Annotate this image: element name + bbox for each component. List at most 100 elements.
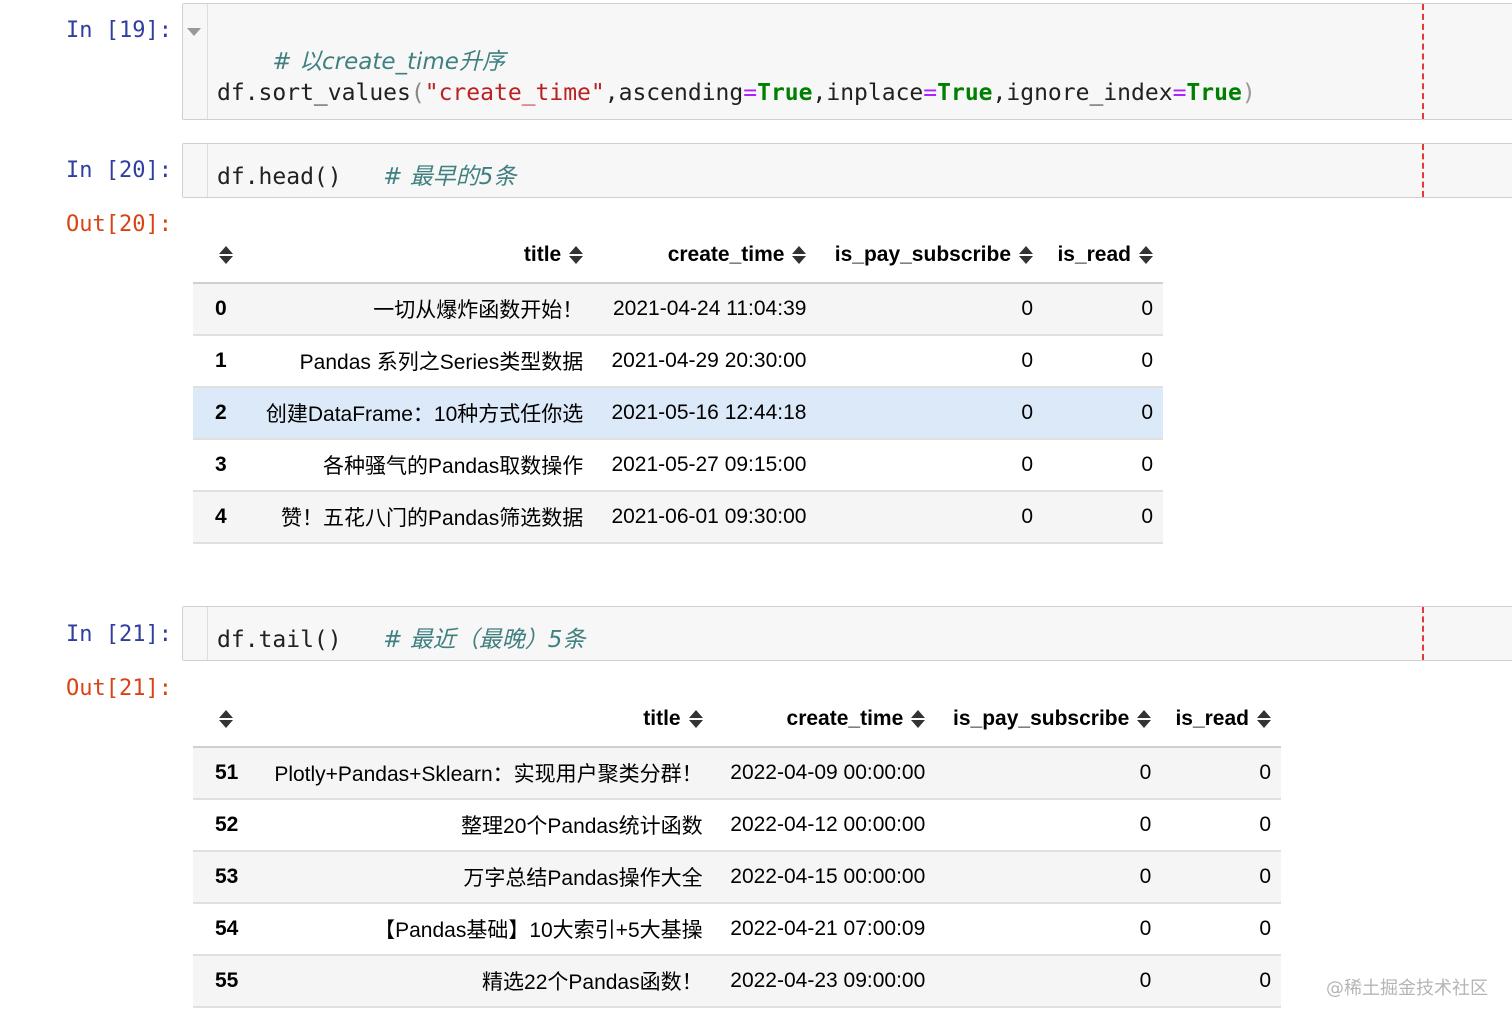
table-row[interactable]: 0 一切从爆炸函数开始！ 2021-04-24 11:04:39 0 0	[193, 283, 1163, 336]
output-prompt-21: Out[21]:	[66, 676, 172, 701]
code-string: "create_time"	[424, 80, 605, 106]
sort-icon[interactable]	[1257, 710, 1271, 729]
sort-icon[interactable]	[911, 710, 926, 729]
cell-create-time: 2021-04-24 11:04:39	[593, 283, 817, 336]
code-cell-19[interactable]: # 以create_time升序 df.sort_values("create_…	[182, 3, 1512, 120]
cell-title: Plotly+Pandas+Sklearn：实现用户聚类分群！	[248, 747, 713, 800]
table-row[interactable]: 52 整理20个Pandas统计函数 2022-04-12 00:00:00 0 0	[193, 799, 1281, 852]
column-header-title[interactable]: title	[248, 692, 713, 748]
input-prompt-21: In [21]:	[66, 622, 172, 647]
line-length-ruler	[1422, 144, 1424, 197]
table-header-row: title create_time is_pay_subscribe is_re…	[193, 692, 1281, 748]
row-index: 3	[193, 439, 243, 492]
table-row[interactable]: 55 精选22个Pandas函数！ 2022-04-23 09:00:00 0 0	[193, 955, 1281, 1008]
cell-is-read: 0	[1043, 387, 1163, 440]
table-row[interactable]: 1 Pandas 系列之Series类型数据 2021-04-29 20:30:00…	[193, 335, 1163, 388]
table-row[interactable]: 54 【Pandas基础】10大索引+5大基操 2022-04-21 07:00:0…	[193, 903, 1281, 956]
index-header[interactable]	[193, 692, 249, 748]
cell-title: 整理20个Pandas统计函数	[248, 799, 713, 852]
code-kwarg: inplace	[826, 80, 924, 106]
column-header-create-time[interactable]: create_time	[712, 692, 936, 748]
table-header-row: title create_time is_pay_subscribe is_re…	[193, 228, 1163, 284]
code-bool: True	[1186, 80, 1242, 106]
cell-is-pay-subscribe: 0	[935, 747, 1162, 800]
cell-is-read: 0	[1161, 851, 1281, 904]
dataframe-tail: title create_time is_pay_subscribe is_re…	[193, 692, 1281, 1008]
table-row[interactable]: 3 各种骚气的Pandas取数操作 2021-05-27 09:15:00 0 0	[193, 439, 1163, 492]
code-text: df.head()	[217, 164, 342, 190]
cell-gutter	[183, 607, 208, 660]
row-index: 2	[193, 387, 243, 440]
code-comment: # 以create_time升序	[272, 49, 505, 75]
cell-create-time: 2021-04-29 20:30:00	[593, 335, 817, 388]
column-header-title[interactable]: title	[243, 228, 594, 284]
cell-title: 各种骚气的Pandas取数操作	[243, 439, 594, 492]
cell-is-pay-subscribe: 0	[816, 491, 1044, 544]
output-prompt-20: Out[20]:	[66, 212, 172, 237]
sort-icon[interactable]	[1137, 710, 1152, 729]
cell-title: 一切从爆炸函数开始！	[243, 283, 594, 336]
row-index: 0	[193, 283, 243, 336]
code-comment: # 最近（最晚）5条	[383, 627, 586, 653]
cell-is-read: 0	[1161, 799, 1281, 852]
cell-is-pay-subscribe: 0	[816, 335, 1044, 388]
code-kwarg: ignore_index	[1006, 80, 1173, 106]
code-line-head: df.head() # 最早的5条	[217, 157, 516, 191]
table-row[interactable]: 51 Plotly+Pandas+Sklearn：实现用户聚类分群！ 2022-04…	[193, 747, 1281, 800]
cell-is-pay-subscribe: 0	[935, 851, 1162, 904]
cell-gutter	[183, 4, 208, 119]
cell-create-time: 2021-06-01 09:30:00	[593, 491, 817, 544]
cell-title: 【Pandas基础】10大索引+5大基操	[248, 903, 713, 956]
column-header-create-time[interactable]: create_time	[593, 228, 817, 284]
sort-icon[interactable]	[1139, 246, 1153, 265]
cell-title: 精选22个Pandas函数！	[248, 955, 713, 1008]
input-prompt-20: In [20]:	[66, 158, 172, 183]
sort-icon[interactable]	[569, 246, 584, 265]
code-cell-21[interactable]: df.tail() # 最近（最晚）5条	[182, 606, 1512, 661]
cell-is-pay-subscribe: 0	[816, 439, 1044, 492]
row-index: 55	[193, 955, 249, 1008]
cell-is-read: 0	[1161, 955, 1281, 1008]
cell-create-time: 2022-04-09 00:00:00	[712, 747, 936, 800]
sort-icon[interactable]	[688, 710, 703, 729]
code-bool: True	[937, 80, 993, 106]
index-header[interactable]	[193, 228, 243, 284]
sort-icon[interactable]	[219, 246, 233, 265]
row-index: 51	[193, 747, 249, 800]
sort-icon[interactable]	[792, 246, 807, 265]
code-call: df.sort_values	[217, 80, 411, 106]
cell-is-read: 0	[1043, 335, 1163, 388]
table-row[interactable]: 4 赞！五花八门的Pandas筛选数据 2021-06-01 09:30:00 0 0	[193, 491, 1163, 544]
cell-is-pay-subscribe: 0	[816, 283, 1044, 336]
row-index: 1	[193, 335, 243, 388]
cell-create-time: 2022-04-23 09:00:00	[712, 955, 936, 1008]
sort-icon[interactable]	[1019, 246, 1034, 265]
column-header-is-read[interactable]: is_read	[1043, 228, 1163, 284]
code-line-sort: df.sort_values("create_time",ascending=T…	[217, 80, 1256, 106]
cell-title: 赞！五花八门的Pandas筛选数据	[243, 491, 594, 544]
cell-create-time: 2022-04-12 00:00:00	[712, 799, 936, 852]
cell-create-time: 2021-05-27 09:15:00	[593, 439, 817, 492]
column-header-is-read[interactable]: is_read	[1161, 692, 1281, 748]
column-header-is-pay-subscribe[interactable]: is_pay_subscribe	[816, 228, 1044, 284]
cell-is-read: 0	[1161, 747, 1281, 800]
table-row[interactable]: 2 创建DataFrame：10种方式任你选 2021-05-16 12:44:18…	[193, 387, 1163, 440]
column-header-is-pay-subscribe[interactable]: is_pay_subscribe	[935, 692, 1162, 748]
code-comment: # 最早的5条	[383, 164, 517, 190]
cell-is-read: 0	[1043, 439, 1163, 492]
watermark: @稀土掘金技术社区	[1326, 978, 1488, 999]
cell-is-pay-subscribe: 0	[816, 387, 1044, 440]
table-row[interactable]: 53 万字总结Pandas操作大全 2022-04-15 00:00:00 0 0	[193, 851, 1281, 904]
row-index: 52	[193, 799, 249, 852]
code-cell-20[interactable]: df.head() # 最早的5条	[182, 143, 1512, 198]
row-index: 53	[193, 851, 249, 904]
row-index: 54	[193, 903, 249, 956]
cell-is-pay-subscribe: 0	[935, 955, 1162, 1008]
dataframe-head: title create_time is_pay_subscribe is_re…	[193, 228, 1163, 544]
sort-icon[interactable]	[219, 710, 233, 729]
cell-title: Pandas 系列之Series类型数据	[243, 335, 594, 388]
cell-is-read: 0	[1043, 491, 1163, 544]
line-length-ruler	[1422, 607, 1424, 660]
collapse-arrow-icon[interactable]	[187, 28, 201, 36]
cell-create-time: 2022-04-15 00:00:00	[712, 851, 936, 904]
